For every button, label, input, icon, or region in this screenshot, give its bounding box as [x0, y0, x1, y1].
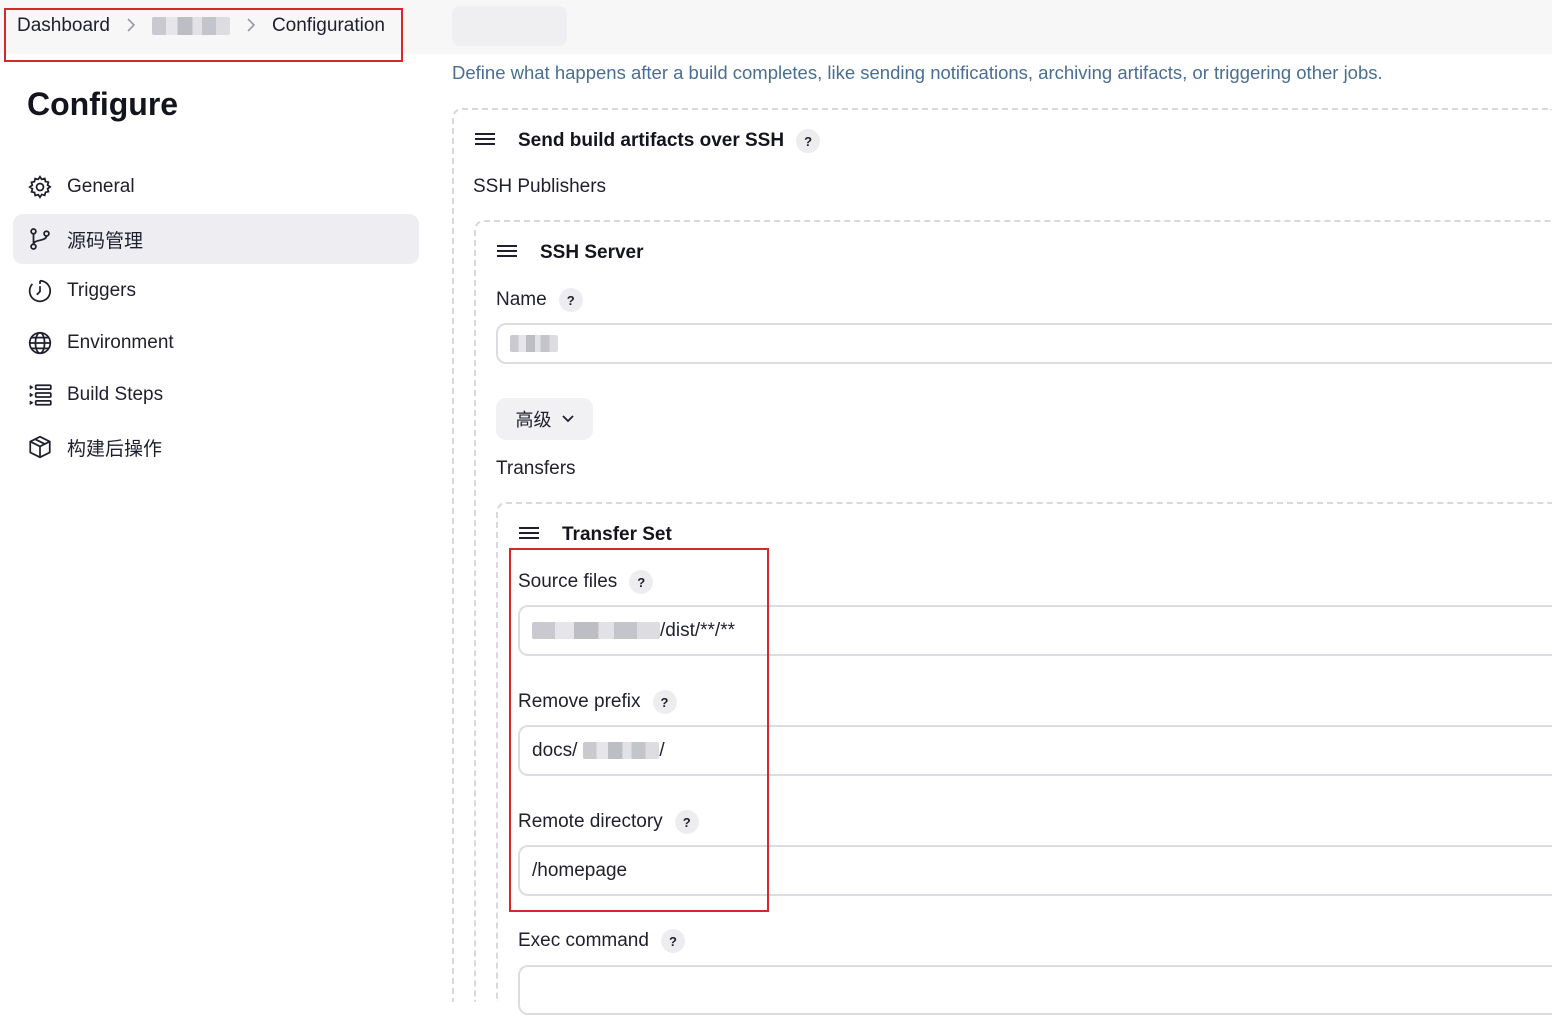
clock-icon [28, 279, 52, 303]
remote-directory-input[interactable]: /homepage [518, 845, 1552, 896]
advanced-label: 高级 [515, 410, 552, 430]
breadcrumb-dashboard[interactable]: Dashboard [17, 15, 110, 37]
redacted-remove-prefix [583, 742, 660, 759]
breadcrumb-configuration[interactable]: Configuration [272, 15, 385, 37]
help-icon[interactable]: ? [629, 570, 654, 594]
breadcrumb-project-redacted[interactable] [151, 17, 230, 35]
chevron-down-icon [561, 415, 574, 423]
remove-prefix-input[interactable]: docs/ / [518, 725, 1552, 776]
remote-directory-label-text: Remote directory [518, 811, 663, 832]
advanced-button[interactable]: 高级 [496, 398, 593, 440]
section-description: Define what happens after a build comple… [452, 62, 1383, 83]
sidebar-item-triggers[interactable]: Triggers [13, 266, 419, 316]
sidebar-item-label: Environment [67, 332, 174, 353]
sidebar-item-label: General [67, 176, 135, 197]
name-select[interactable] [496, 323, 1552, 364]
sidebar-item-label: Build Steps [67, 384, 164, 405]
redacted-source-prefix [532, 622, 660, 639]
source-files-value: /dist/**/** [660, 619, 735, 641]
publisher-header: Send build artifacts over SSH ? [474, 128, 821, 154]
help-icon[interactable]: ? [674, 810, 699, 834]
remote-directory-field-label: Remote directory ? [518, 809, 699, 835]
source-files-label-text: Source files [518, 571, 618, 592]
package-icon [29, 435, 51, 459]
publisher-title: Send build artifacts over SSH [518, 130, 785, 151]
sidebar-nav: General 源码管理 Triggers Environment Build … [13, 162, 419, 474]
sidebar-item-label: 源码管理 [67, 230, 144, 252]
remove-prefix-value-end: / [659, 739, 665, 761]
transfer-set-title: Transfer Set [562, 524, 672, 545]
header-blurred-element [452, 6, 567, 46]
exec-command-label-text: Exec command [518, 930, 649, 951]
sidebar-item-post-build-actions[interactable]: 构建后操作 [13, 422, 419, 472]
remove-prefix-field-label: Remove prefix ? [518, 689, 677, 715]
drag-handle-icon[interactable] [496, 242, 518, 264]
drag-handle-icon[interactable] [474, 130, 496, 152]
ssh-server-title: SSH Server [540, 242, 644, 263]
breadcrumb: Dashboard Configuration [17, 13, 385, 39]
gear-icon [28, 175, 52, 199]
sidebar-item-label: 构建后操作 [67, 438, 163, 460]
help-icon[interactable]: ? [660, 929, 685, 953]
source-files-field-label: Source files ? [518, 569, 654, 595]
remove-prefix-label-text: Remove prefix [518, 691, 641, 712]
chevron-right-icon [126, 16, 136, 37]
exec-command-textarea[interactable] [518, 965, 1552, 1015]
remote-directory-value: /homepage [532, 859, 628, 881]
sidebar-item-general[interactable]: General [13, 162, 419, 212]
page-title: Configure [27, 86, 179, 122]
drag-handle-icon[interactable] [518, 524, 540, 546]
help-icon[interactable]: ? [796, 129, 821, 153]
transfer-set-header: Transfer Set [518, 522, 672, 548]
redacted-server-name [510, 335, 558, 352]
main-content: Define what happens after a build comple… [452, 54, 1552, 1015]
chevron-right-icon [246, 16, 256, 37]
help-icon[interactable]: ? [652, 690, 677, 714]
name-label-text: Name [496, 289, 547, 310]
help-icon[interactable]: ? [558, 288, 583, 312]
ssh-server-header: SSH Server [496, 240, 644, 266]
list-icon [29, 384, 52, 406]
sidebar-item-build-steps[interactable]: Build Steps [13, 370, 419, 420]
exec-command-field-label: Exec command ? [518, 928, 685, 954]
transfers-label: Transfers [496, 458, 576, 479]
source-files-input[interactable]: /dist/**/** [518, 605, 1552, 656]
globe-icon [28, 331, 52, 355]
ssh-publishers-label: SSH Publishers [473, 176, 607, 197]
git-branch-icon [30, 228, 50, 250]
name-field-label: Name ? [496, 287, 583, 313]
sidebar-item-label: Triggers [67, 280, 136, 301]
sidebar-item-source-code-management[interactable]: 源码管理 [13, 214, 419, 264]
sidebar-item-environment[interactable]: Environment [13, 318, 419, 368]
remove-prefix-value-start: docs/ [532, 739, 578, 761]
